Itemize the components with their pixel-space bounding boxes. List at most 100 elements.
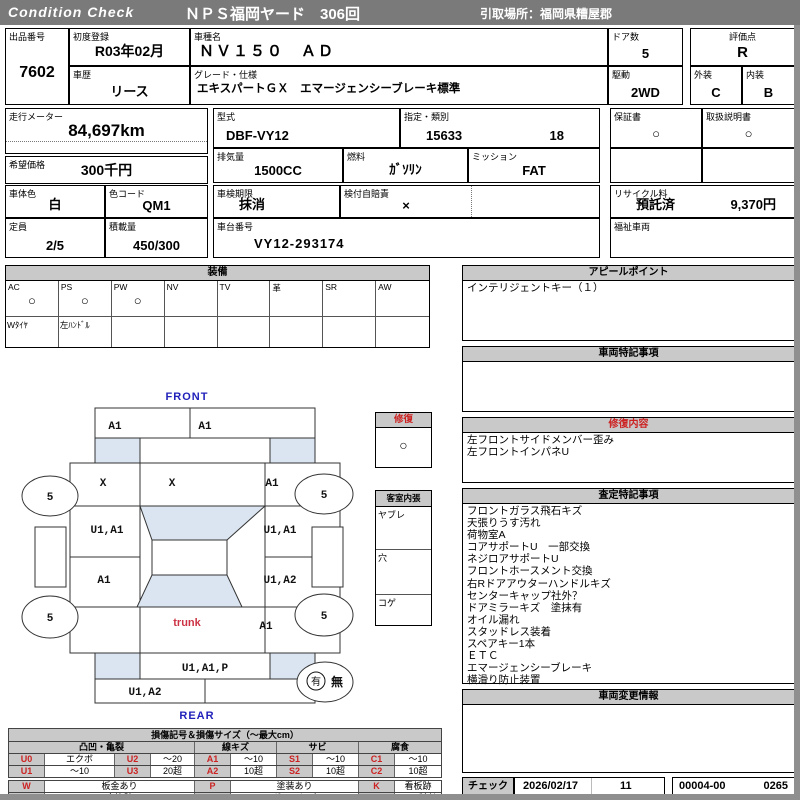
brand-title: Condition Check: [8, 4, 135, 20]
field-label: 駆動: [612, 70, 631, 80]
field-color-code: 色コード QM1: [105, 185, 208, 218]
wheel-score: 5: [321, 490, 328, 502]
right-quarter-label: A1: [259, 621, 273, 633]
condition-check-sheet: Condition Check ＮＰＳ福岡ヤード 306回 引取場所：福岡県糟屋…: [0, 0, 800, 800]
legend-group: サビ: [277, 742, 359, 753]
field-exterior-grade: 外装 C: [690, 66, 742, 105]
legend-code: S2: [277, 766, 313, 777]
field-grade: グレード・仕様 エキスパートＧＸ エマージェンシーブレーキ標準: [190, 66, 608, 105]
lot-number-value: 7602: [19, 64, 55, 81]
legend-code: U2: [115, 754, 151, 765]
divider: [6, 141, 207, 142]
field-model-name: 車種名 ＮＶ１５０ ＡＤ: [190, 28, 608, 66]
check-date: 2026/02/17: [523, 780, 579, 792]
field-type-class: 指定・類別 15633 18: [400, 108, 600, 148]
pickup-location: 引取場所：福岡県糟屋郡: [480, 7, 613, 21]
equipment-title: 装備: [6, 266, 429, 281]
legend-value: 10超: [408, 766, 428, 776]
model-code-value: DBF-VY12: [226, 128, 289, 143]
legend-value: ～10: [231, 754, 277, 765]
equipment-label: AC: [8, 282, 20, 292]
remark-line: ＥＴＣ: [467, 650, 499, 663]
manual-mark: ○: [744, 126, 753, 141]
field-inspection-expiry: 車検期限 抹消: [213, 185, 340, 218]
front-corner-right: [269, 437, 316, 464]
score-value: R: [737, 44, 748, 61]
wheel-score: 5: [47, 492, 54, 504]
legend-row: W 板金あり P 塗装あり K 看板跡: [8, 780, 442, 793]
equipment-mark: ○: [80, 293, 89, 308]
field-label: 積載量: [109, 222, 137, 232]
legend-group: 凸凹・亀裂: [9, 742, 195, 753]
legend-code: U3: [115, 766, 151, 777]
hood-label: X: [169, 478, 176, 490]
legend-code: K: [359, 781, 395, 792]
spare-no-label: 無: [331, 674, 343, 689]
right-tire: [311, 526, 344, 588]
legend-value: ～10: [313, 754, 359, 765]
field-model-code: 型式 DBF-VY12: [213, 108, 400, 148]
model-name-value: ＮＶ１５０ ＡＤ: [199, 43, 336, 60]
inspection-expiry-value: 抹消: [239, 197, 266, 212]
remark-line: フロントガラス飛石キズ: [467, 505, 583, 517]
remark-line: ドアミラーキズ 塗抹有: [467, 601, 583, 614]
field-label: 排気量: [217, 152, 245, 162]
legend-group-header: 凸凹・亀裂 線キズ サビ 腐食: [8, 742, 442, 754]
field-label: 取扱説明書: [706, 112, 752, 122]
field-interior-grade: 内装 B: [742, 66, 795, 105]
front-panel: [139, 437, 271, 464]
legend-value: 塗装あり: [231, 781, 359, 792]
front-bumper-right-label: A1: [198, 421, 212, 433]
legend-value: ～10: [45, 766, 115, 777]
divider: [591, 778, 592, 795]
field-label: 車台番号: [217, 222, 254, 232]
field-chassis-number: 車台番号 VY12-293174: [213, 218, 600, 258]
capacity-value: 2/5: [45, 238, 65, 253]
field-owners-manual: 取扱説明書 ○: [702, 108, 795, 148]
legend-code: S1: [277, 754, 313, 765]
remark-line: 天張りうす汚れ: [467, 517, 541, 530]
field-capacity: 定員 2/5: [5, 218, 105, 258]
legend-value: ～10: [408, 754, 428, 764]
appeal-points-panel: アピールポイント インテリジェントキー（１）: [462, 265, 795, 341]
remark-line: スペアキー1本: [467, 638, 536, 651]
field-load-capacity: 積載量 450/300: [105, 218, 208, 258]
empty-cell: [702, 148, 795, 183]
legend-value: ～20: [151, 754, 195, 765]
asking-price-value: 300千円: [80, 162, 133, 178]
equipment-mark: ○: [28, 293, 36, 308]
field-label: 型式: [217, 112, 236, 122]
remark-line: エマージェンシーブレーキ: [467, 662, 593, 675]
equipment-label: AW: [378, 282, 392, 292]
interior-condition-box: 客室内張 ヤブレ 穴 コゲ: [375, 490, 432, 626]
remark-line: 横滑り防止装置: [467, 674, 541, 687]
warranty-mark: ○: [652, 126, 660, 141]
field-score: 評価点 R: [690, 28, 795, 66]
color-code-value: QM1: [142, 198, 171, 213]
legend-code: W: [9, 781, 45, 792]
field-label: 保証書: [614, 112, 642, 122]
vehicle-notes-panel: 車両特記事項: [462, 346, 795, 412]
field-lot-number: 出品番号 7602: [5, 28, 69, 105]
repair-details-panel: 修復内容 左フロントサイドメンバー歪み 左フロントインパネU: [462, 417, 795, 483]
interior-row-burn: コゲ: [376, 594, 431, 626]
field-welfare-vehicle: 福祉車両: [610, 218, 795, 258]
left-front-door-label: U1,A1: [90, 525, 123, 537]
repair-line: 左フロントインパネU: [467, 446, 570, 459]
front-label: FRONT: [166, 391, 209, 403]
rear-label: REAR: [179, 710, 214, 722]
field-label: 外装: [694, 70, 713, 80]
equipment-note: 左ﾊﾝﾄﾞﾙ: [59, 320, 90, 330]
legend-group: 腐食: [359, 742, 441, 753]
recycle-amount-value: 9,370円: [730, 197, 776, 212]
legend-code: P: [195, 781, 231, 792]
remark-line: フロントホースメント交換: [467, 565, 593, 578]
remark-line: ネジロアサポートU: [467, 553, 559, 566]
remark-line: コアサポートU 一部交換: [467, 541, 591, 554]
equipment-label: PS: [60, 282, 73, 292]
class-number-value: 18: [549, 128, 564, 143]
remark-line: 右Rドアアウターハンドルキズ: [467, 577, 611, 590]
fuel-value: ｶﾞｿﾘﾝ: [389, 162, 422, 177]
damage-legend-table: 損傷記号＆損傷サイズ（～最大cm） 凸凹・亀裂 線キズ サビ 腐食 U0 エクボ…: [8, 728, 442, 800]
exterior-grade-value: C: [711, 85, 721, 100]
